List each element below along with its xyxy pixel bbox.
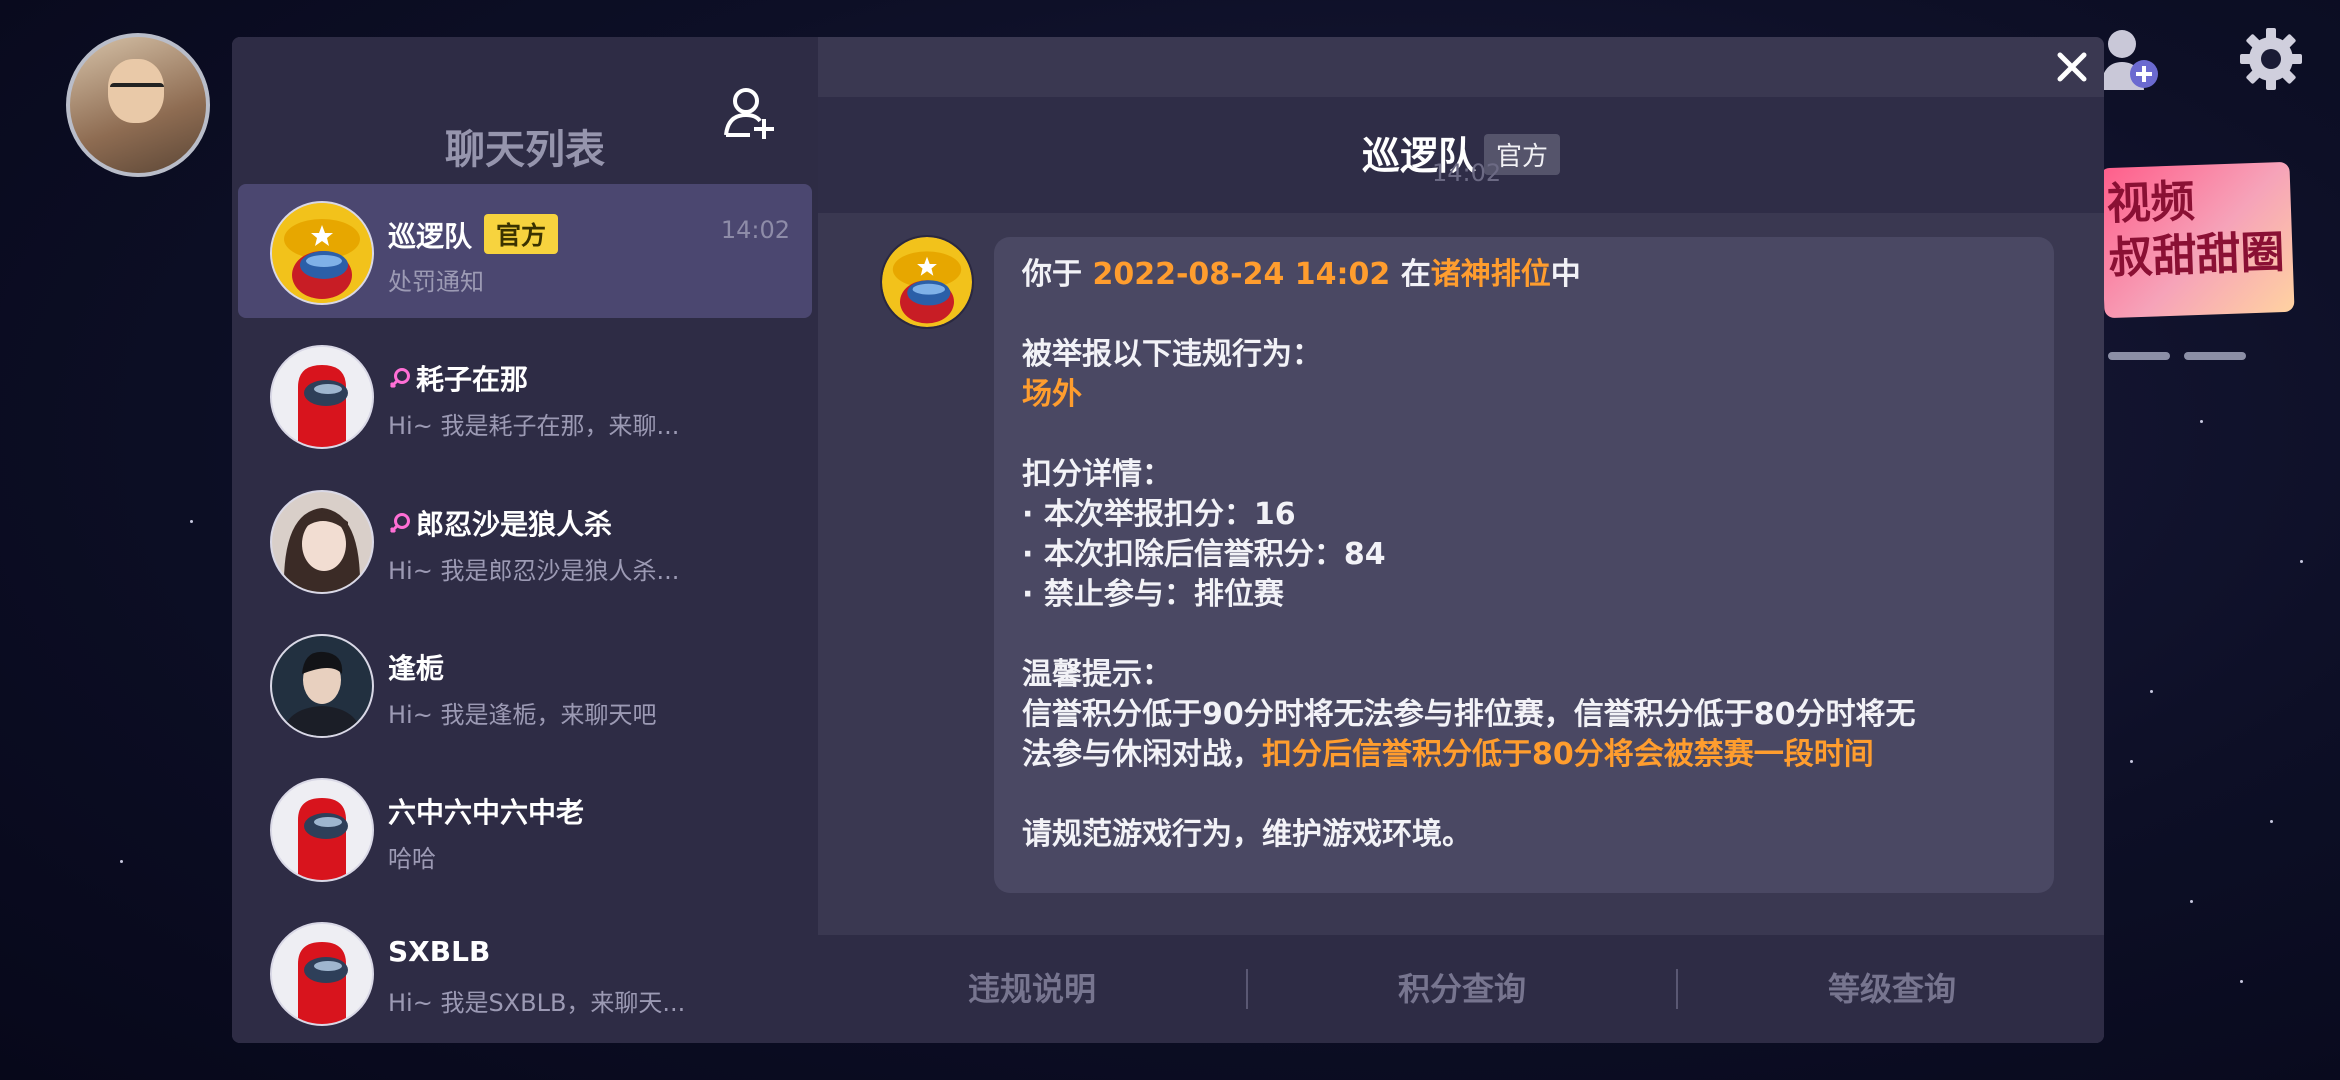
patrol-avatar[interactable] <box>880 235 974 329</box>
boy-photo-avatar <box>270 634 374 738</box>
score-query-button[interactable]: 积分查询 <box>1248 935 1676 1043</box>
message-line: · 本次举报扣分：16 <box>1022 497 1296 532</box>
banner-indicator <box>2108 352 2170 360</box>
chat-preview: Hi~ 我是SXBLB，来聊天... <box>388 989 686 1017</box>
female-icon <box>389 513 410 534</box>
add-contact-icon[interactable] <box>722 83 782 143</box>
level-query-button[interactable]: 等级查询 <box>1678 935 2104 1043</box>
official-badge: 官方 <box>484 214 559 254</box>
chat-preview: Hi~ 我是耗子在那，来聊... <box>388 412 680 440</box>
message-bubble: 你于 2022-08-24 14:02 在诸神排位中 被举报以下违规行为： 场外… <box>994 237 2054 893</box>
banner-indicator <box>2184 352 2246 360</box>
red-crewmate-avatar <box>270 345 374 449</box>
patrol-avatar <box>270 201 374 305</box>
chat-item-patrol[interactable]: 巡逻队 官方 处罚通知 14:02 <box>238 184 812 318</box>
gear-icon[interactable] <box>2236 24 2306 94</box>
close-icon[interactable] <box>2052 47 2092 87</box>
female-icon <box>389 368 410 389</box>
promo-banner[interactable]: 视频 叔甜甜圈 <box>2099 161 2295 319</box>
chat-time: 14:02 <box>720 216 790 244</box>
message-timestamp: 14:02 <box>1432 159 1502 187</box>
conversation-header: 巡逻队 官方 <box>818 97 2104 213</box>
red-crewmate-avatar <box>270 778 374 882</box>
chat-name: 六中六中六中老 <box>388 796 585 829</box>
chat-name: 巡逻队 <box>388 220 473 253</box>
user-avatar[interactable] <box>66 33 210 177</box>
chat-list-panel: 聊天列表 巡逻队 官方 处罚通知 14:02 耗子在那 Hi~ 我是耗子在那，来… <box>232 37 818 1043</box>
girl-photo-avatar <box>270 490 374 594</box>
chat-item[interactable]: 耗子在那 Hi~ 我是耗子在那，来聊... <box>238 328 812 462</box>
chat-preview: 处罚通知 <box>388 268 484 296</box>
message-line: · 禁止参与：排位赛 <box>1022 577 1284 612</box>
message-line: 温馨提示： <box>1022 657 1172 692</box>
add-friend-icon[interactable] <box>2098 24 2160 94</box>
chat-item[interactable]: 郎忍沙是狼人杀 Hi~ 我是郎忍沙是狼人杀... <box>238 473 812 607</box>
chat-preview: Hi~ 我是逢栀，来聊天吧 <box>388 701 657 729</box>
chat-modal: 聊天列表 巡逻队 官方 处罚通知 14:02 耗子在那 Hi~ 我是耗子在那，来… <box>232 37 2104 1043</box>
chat-preview: 哈哈 <box>388 845 436 873</box>
message-line: · 本次扣除后信誉积分：84 <box>1022 537 1386 572</box>
violation-info-button[interactable]: 违规说明 <box>818 935 1246 1043</box>
chat-name: SXBLB <box>388 935 491 968</box>
chat-name: 郎忍沙是狼人杀 <box>416 508 613 541</box>
message-line: 法参与休闲对战，扣分后信誉积分低于80分将会被禁赛一段时间 <box>1022 737 1874 772</box>
conversation-footer: 违规说明 积分查询 等级查询 <box>818 935 2104 1043</box>
red-crewmate-avatar <box>270 922 374 1026</box>
message-line: 被举报以下违规行为： <box>1022 337 1322 372</box>
chat-preview: Hi~ 我是郎忍沙是狼人杀... <box>388 557 680 585</box>
chat-item[interactable]: SXBLB Hi~ 我是SXBLB，来聊天... <box>238 905 812 1039</box>
chat-name: 逢栀 <box>388 652 445 685</box>
violation-text: 场外 <box>1022 377 1082 412</box>
chat-item[interactable]: 六中六中六中老 哈哈 <box>238 761 812 895</box>
chat-name: 耗子在那 <box>416 363 529 396</box>
message-line: 你于 2022-08-24 14:02 在诸神排位中 <box>1022 257 1581 292</box>
message-line: 信誉积分低于90分时将无法参与排位赛，信誉积分低于80分时将无 <box>1022 697 1916 732</box>
message-line: 请规范游戏行为，维护游戏环境。 <box>1022 817 1472 852</box>
message-line: 扣分详情： <box>1022 457 1172 492</box>
chat-item[interactable]: 逢栀 Hi~ 我是逢栀，来聊天吧 <box>238 617 812 751</box>
